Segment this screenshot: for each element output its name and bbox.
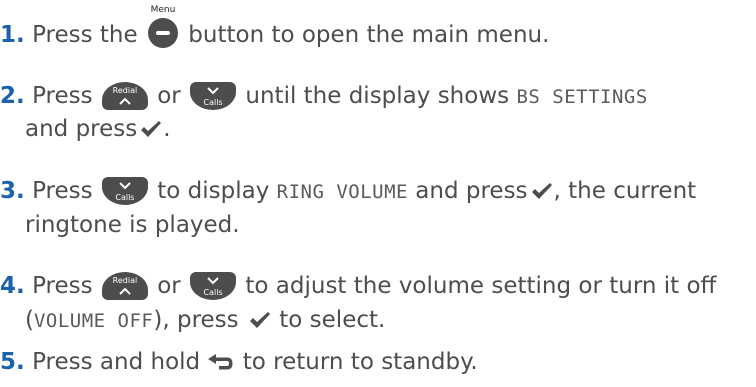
step-text: to adjust the volume setting or turn it …	[245, 273, 717, 299]
step-text: .	[163, 116, 171, 142]
step-text: Press and hold	[32, 349, 201, 375]
step-number: 4.	[0, 273, 25, 299]
step-4-continued: (VOLUME OFF), press to select.	[0, 303, 756, 338]
step-number: 5.	[0, 349, 25, 375]
step-number: 2.	[0, 83, 25, 109]
calls-down-button-icon: Calls	[101, 177, 148, 205]
step-text: ), press	[153, 307, 239, 333]
redial-up-button-icon: Redial	[101, 82, 148, 110]
step-2-continued: and press.	[0, 112, 756, 146]
step-text: to return to standby.	[242, 349, 478, 375]
step-text: and press	[25, 116, 138, 142]
step-text: ringtone is played.	[25, 212, 240, 238]
step-text: or	[157, 83, 181, 109]
step-text: Press the	[32, 22, 138, 48]
step-3-continued: ringtone is played.	[0, 208, 756, 242]
step-number: 1.	[0, 22, 25, 48]
step-text: or	[157, 273, 181, 299]
step-text: Press	[32, 178, 93, 204]
step-2: 2. Press Redial or Calls until the displ…	[0, 79, 756, 114]
step-1: 1. Press the Menu button to open the mai…	[0, 5, 756, 52]
step-text: and press	[415, 178, 528, 204]
step-text: until the display shows	[245, 83, 510, 109]
instruction-page: 1. Press the Menu button to open the mai…	[0, 0, 756, 387]
step-number: 3.	[0, 178, 25, 204]
redial-up-button-icon: Redial	[101, 272, 148, 300]
calls-down-button-icon: Calls	[190, 272, 237, 300]
step-text: Press	[32, 83, 93, 109]
menu-caption: Menu	[150, 5, 176, 15]
step-text: (	[25, 307, 34, 333]
calls-label: Calls	[115, 193, 135, 202]
redial-label: Redial	[112, 276, 138, 285]
back-arrow-icon	[208, 354, 233, 370]
step-text: Press	[32, 273, 93, 299]
display-text: BS SETTINGS	[516, 86, 648, 108]
display-text: RING VOLUME	[276, 181, 408, 203]
calls-label: Calls	[203, 288, 223, 297]
step-5: 5. Press and hold to return to standby.	[0, 345, 756, 379]
step-text: , the current	[553, 178, 697, 204]
step-text: button to open the main menu.	[188, 22, 550, 48]
step-4: 4. Press Redial or Calls to adjust the v…	[0, 269, 756, 303]
checkmark-icon	[531, 183, 552, 199]
calls-label: Calls	[203, 98, 223, 107]
checkmark-icon	[249, 312, 270, 328]
step-text: to select.	[279, 307, 386, 333]
calls-down-button-icon: Calls	[190, 82, 237, 110]
menu-button-icon: Menu	[147, 5, 178, 48]
display-text: VOLUME OFF	[33, 310, 154, 332]
step-3: 3. Press Calls to display RING VOLUME an…	[0, 174, 756, 209]
step-text: to display	[157, 178, 270, 204]
redial-label: Redial	[112, 86, 138, 95]
checkmark-icon	[141, 121, 162, 137]
